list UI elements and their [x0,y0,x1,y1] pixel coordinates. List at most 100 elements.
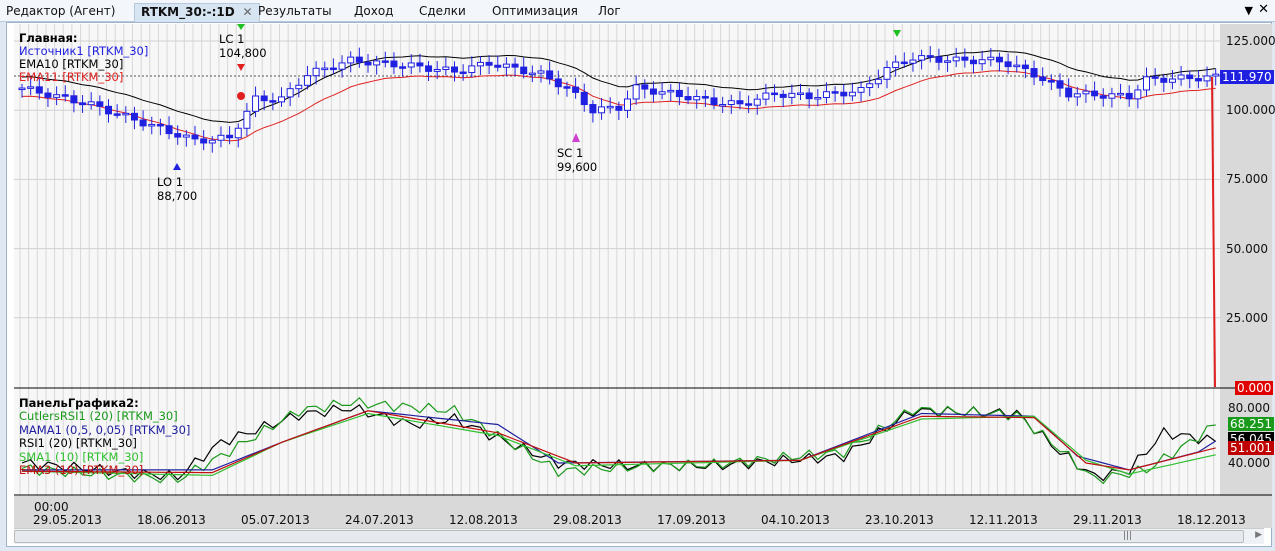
candle [641,84,649,90]
date-label: 12.11.2013 [969,513,1038,527]
y-tick: 25.000 [1226,310,1268,325]
horizontal-scrollbar[interactable]: ||| ▶ [14,528,1264,544]
legend-item: CutlersRSI1 (20) [RTKM_30] [19,409,178,423]
candle [1065,87,1073,98]
indicator-badge: 68.251 [1228,417,1274,431]
candle [848,91,856,97]
candle [234,127,242,139]
candle [70,95,78,104]
candle [122,112,130,116]
candle [987,56,995,61]
candle [485,61,493,66]
candle [1203,75,1211,82]
candle [615,105,623,111]
date-label: 12.08.2013 [449,513,518,527]
y-tick: 50.000 [1226,241,1268,256]
candle [27,86,35,89]
y-tick: 40.000 [1228,456,1270,470]
candle [1117,92,1125,96]
candle [182,134,190,138]
candle [554,78,562,88]
trade-marker-value: 104,800 [219,46,267,60]
trade-marker-label: SC 1 [557,146,584,160]
candle [1056,80,1064,89]
candle [520,66,528,75]
candle [96,101,104,107]
candle [874,78,882,85]
candle [373,60,381,66]
candle [1143,76,1150,91]
candle [191,134,199,140]
candle [18,87,26,91]
candle [831,91,839,94]
candle [416,62,424,67]
scroll-right-icon[interactable]: ▶ [1255,530,1262,540]
candle [1013,64,1021,68]
candle [909,59,917,64]
candle [701,96,709,99]
candle [632,84,640,100]
date-label: 29.08.2013 [553,513,622,527]
candle [995,56,1003,63]
date-label: 05.07.2013 [241,513,310,527]
candle [528,72,536,76]
candle [667,89,675,93]
candle [303,75,311,86]
candle [44,92,52,98]
candle [1039,76,1047,82]
candle [53,94,61,98]
candle [1125,92,1133,100]
candle [312,67,320,77]
candle [1134,89,1142,100]
date-label: 17.09.2013 [657,513,726,527]
candle [468,65,476,74]
candle [494,64,502,68]
chart-canvas[interactable] [0,0,1275,551]
candle [563,86,571,89]
candle [649,88,657,95]
candle [624,98,631,111]
candle [883,67,891,80]
candle [952,56,960,62]
candle [918,55,926,61]
candle [589,104,597,114]
candle [970,59,977,65]
candle [1091,90,1099,97]
legend-item: RSI1 (20) [RTKM_30] [19,436,137,450]
candle [113,113,121,116]
candle [1021,64,1029,70]
candle [252,95,260,112]
candle [511,63,519,68]
candle [840,91,848,97]
trade-marker-value: 99,600 [557,160,598,174]
candle [788,92,796,98]
date-label: 23.10.2013 [865,513,934,527]
date-label: 18.12.2013 [1177,513,1246,527]
candle [935,56,943,63]
candle [1030,68,1038,78]
candle [174,133,182,138]
scrollbar-thumb[interactable]: ||| [14,530,1244,543]
candle [1186,74,1194,80]
candle [459,71,467,75]
exit-dot [237,92,245,100]
candle [779,93,787,98]
y-tick: 75.000 [1226,172,1268,187]
candle [451,66,458,73]
candle [736,100,744,105]
candle [1047,80,1055,83]
candle [546,70,554,80]
date-label: 29.05.2013 [33,513,102,527]
candle [278,96,285,103]
candle [892,61,900,69]
candle [710,97,718,106]
candle [1151,76,1159,79]
candle [364,61,372,66]
candle [1212,73,1220,77]
candle [208,139,216,144]
candle [407,62,415,68]
candle [580,91,588,106]
candle [1073,93,1081,98]
candle [857,87,865,93]
candle [719,103,727,107]
